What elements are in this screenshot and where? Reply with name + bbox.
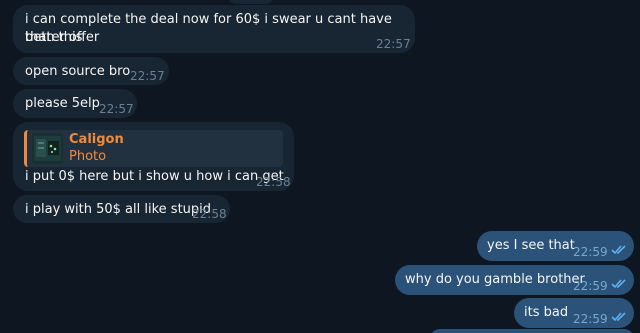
- message-text: i put 0$ here but i show u how i can get: [25, 169, 284, 184]
- outgoing-message[interactable]: yes I see that 22:59: [477, 231, 634, 261]
- reply-preview[interactable]: Caligon Photo: [24, 130, 283, 167]
- incoming-message[interactable]: i play with 50$ all like stupid 22:58: [13, 195, 230, 223]
- outgoing-message[interactable]: its bad 22:59: [514, 298, 634, 328]
- double-check-icon: [611, 279, 626, 289]
- message-time: 22:59: [573, 312, 608, 326]
- message-text: open source bro: [25, 64, 131, 79]
- message-time: 22:58: [256, 175, 291, 189]
- reply-media-type: Photo: [69, 149, 107, 164]
- reply-sender-name: Caligon: [69, 132, 124, 147]
- message-text: i play with 50$ all like stupid: [25, 202, 212, 217]
- incoming-message-with-reply[interactable]: Caligon Photo i put 0$ here but i show u…: [13, 122, 294, 191]
- message-time: 22:58: [192, 207, 227, 221]
- partial-message-bubble: [228, 0, 274, 4]
- message-text: than this: [25, 30, 83, 45]
- message-text: yes I see that: [487, 238, 575, 253]
- photo-thumbnail: [32, 133, 63, 164]
- message-time: 22:57: [130, 69, 165, 83]
- incoming-message[interactable]: please 5elp 22:57: [13, 89, 137, 118]
- message-text: its bad: [524, 305, 569, 320]
- partial-message-bubble: [430, 329, 634, 333]
- message-time: 22:57: [99, 102, 134, 116]
- message-time: 22:59: [573, 245, 608, 259]
- chat-history[interactable]: i can complete the deal now for 60$ i sw…: [0, 0, 640, 333]
- message-time: 22:59: [573, 279, 608, 293]
- incoming-message[interactable]: i can complete the deal now for 60$ i sw…: [13, 5, 415, 53]
- message-time: 22:57: [376, 37, 411, 51]
- double-check-icon: [611, 245, 626, 255]
- message-text: why do you gamble brother: [405, 272, 585, 287]
- message-text: i can complete the deal now for 60$ i sw…: [25, 12, 392, 45]
- message-text: please 5elp: [25, 96, 100, 111]
- incoming-message[interactable]: open source bro 22:57: [13, 57, 169, 85]
- double-check-icon: [611, 312, 626, 322]
- outgoing-message[interactable]: why do you gamble brother 22:59: [395, 265, 634, 295]
